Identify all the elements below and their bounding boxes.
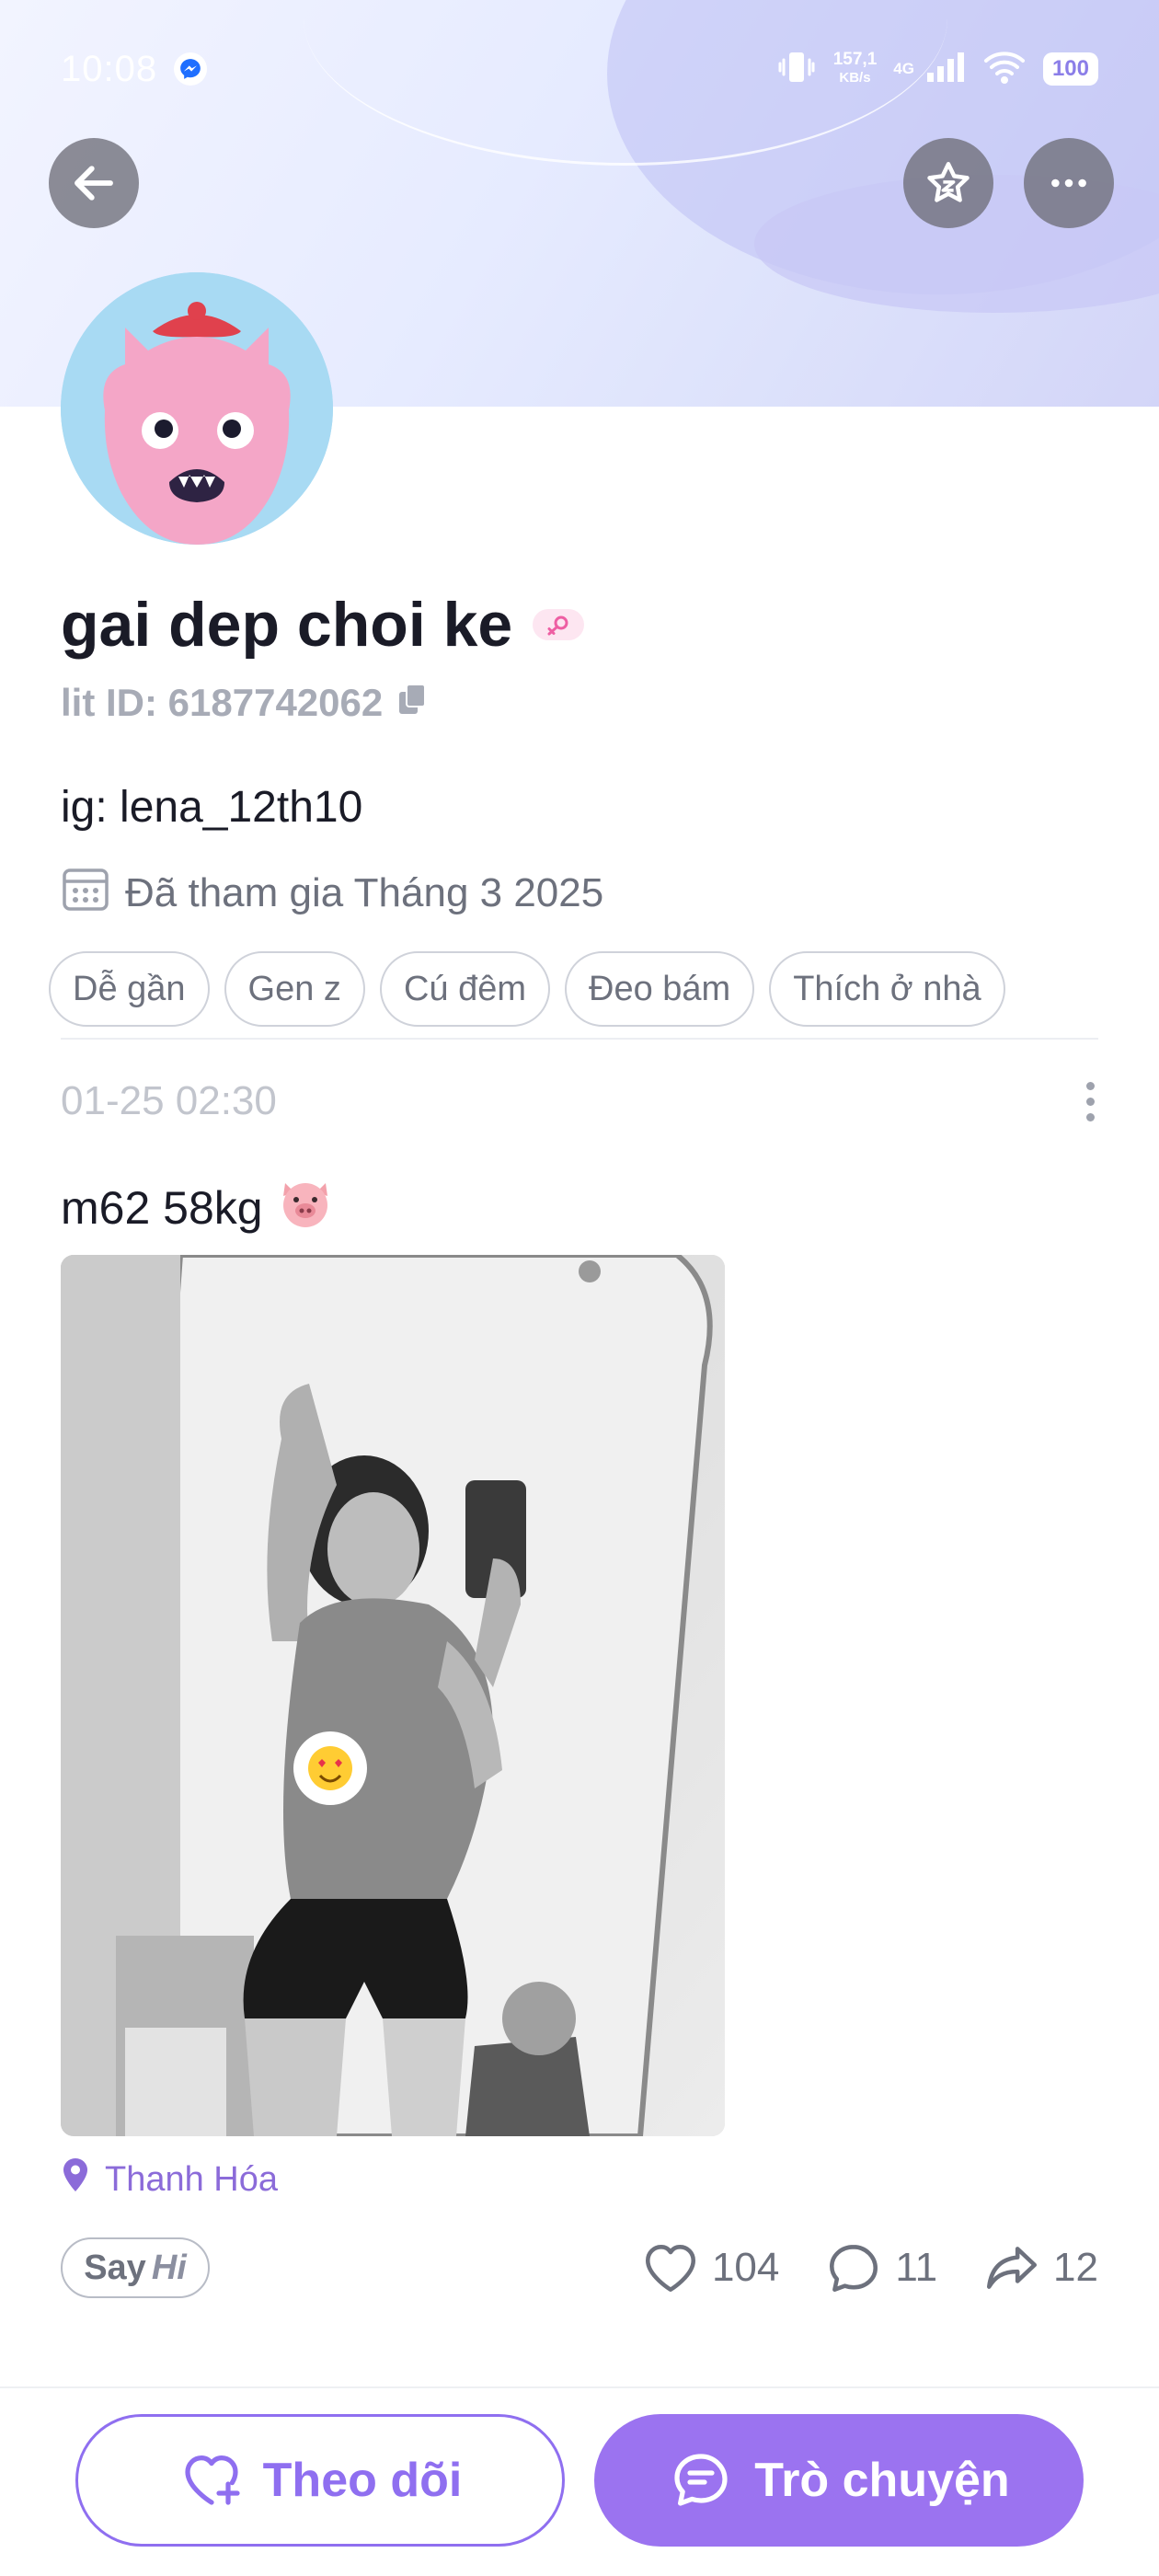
- favorite-button[interactable]: [903, 138, 993, 228]
- say-hi-hi: Hi: [151, 2248, 187, 2287]
- more-options-button[interactable]: [1024, 138, 1114, 228]
- bottom-bar-divider: [0, 2386, 1159, 2388]
- share-icon: [987, 2247, 1038, 2289]
- network-speed: 157,1 KB/s: [832, 50, 878, 86]
- heart-plus-icon: [185, 2455, 240, 2505]
- say-hi-say: Say: [84, 2248, 146, 2287]
- arrow-left-icon: [75, 166, 113, 201]
- battery-indicator: 100: [1042, 52, 1098, 86]
- network-type: 4G: [893, 60, 914, 77]
- joined-date: Đã tham gia Tháng 3 2025: [61, 863, 603, 923]
- like-count: 104: [711, 2245, 780, 2290]
- post-photo[interactable]: [61, 1255, 725, 2136]
- location-text: Thanh Hóa: [105, 2159, 279, 2199]
- vibrate-icon: [776, 49, 817, 90]
- interest-tag[interactable]: Gen z: [224, 951, 365, 1027]
- say-hi-button[interactable]: Say Hi: [61, 2237, 210, 2298]
- joined-date-text: Đã tham gia Tháng 3 2025: [125, 869, 604, 915]
- status-bar: 10:08 157,1 KB/s 4G 100: [0, 0, 1159, 138]
- interest-tag[interactable]: Đeo bám: [565, 951, 755, 1027]
- location-pin-icon: [61, 2156, 90, 2202]
- avatar[interactable]: [61, 272, 333, 545]
- more-horizontal-icon: [1051, 178, 1086, 188]
- like-button[interactable]: 104: [640, 2237, 779, 2298]
- share-count: 12: [1053, 2245, 1098, 2290]
- interest-tag[interactable]: Cú đêm: [379, 951, 550, 1027]
- back-button[interactable]: [49, 138, 139, 228]
- copy-icon[interactable]: [397, 681, 429, 725]
- follow-button[interactable]: Theo dõi: [75, 2414, 565, 2547]
- star-icon: [927, 162, 970, 202]
- comment-button[interactable]: 11: [823, 2237, 937, 2298]
- interest-tag[interactable]: Dễ gần: [49, 951, 210, 1027]
- chat-label: Trò chuyện: [754, 2454, 1010, 2507]
- chat-bubble-icon: [674, 2454, 728, 2506]
- signal-icon: [925, 51, 966, 88]
- wifi-icon: [982, 50, 1027, 89]
- share-button[interactable]: 12: [981, 2237, 1098, 2298]
- interest-tags: Dễ gần Gen z Cú đêm Đeo bám Thích ở nhà: [49, 951, 1005, 1027]
- pig-emoji-icon: [276, 1176, 335, 1240]
- follow-label: Theo dõi: [262, 2454, 463, 2507]
- profile-name-text: gai dep choi ke: [61, 590, 513, 660]
- female-icon: [533, 609, 585, 640]
- calendar-icon: [61, 863, 110, 923]
- post-location[interactable]: Thanh Hóa: [61, 2156, 278, 2202]
- lit-id: lit ID: 6187742062: [61, 681, 429, 725]
- status-time: 10:08: [61, 48, 158, 89]
- heart-icon: [645, 2245, 695, 2292]
- post-more-icon[interactable]: [1076, 1078, 1104, 1124]
- comment-icon: [830, 2245, 878, 2292]
- post-text: m62 58kg: [61, 1176, 335, 1240]
- messenger-icon: [174, 52, 208, 86]
- post-timestamp: 01-25 02:30: [61, 1078, 277, 1123]
- lit-id-text: lit ID: 6187742062: [61, 681, 384, 724]
- chat-button[interactable]: Trò chuyện: [594, 2414, 1084, 2547]
- interest-tag[interactable]: Thích ở nhà: [769, 951, 1005, 1027]
- profile-bio: ig: lena_12th10: [61, 783, 363, 832]
- post-stats: 104 11 12: [640, 2237, 1098, 2298]
- post-text-content: m62 58kg: [61, 1182, 263, 1234]
- comment-count: 11: [895, 2245, 938, 2290]
- profile-name: gai dep choi ke: [61, 589, 585, 661]
- divider: [61, 1038, 1098, 1040]
